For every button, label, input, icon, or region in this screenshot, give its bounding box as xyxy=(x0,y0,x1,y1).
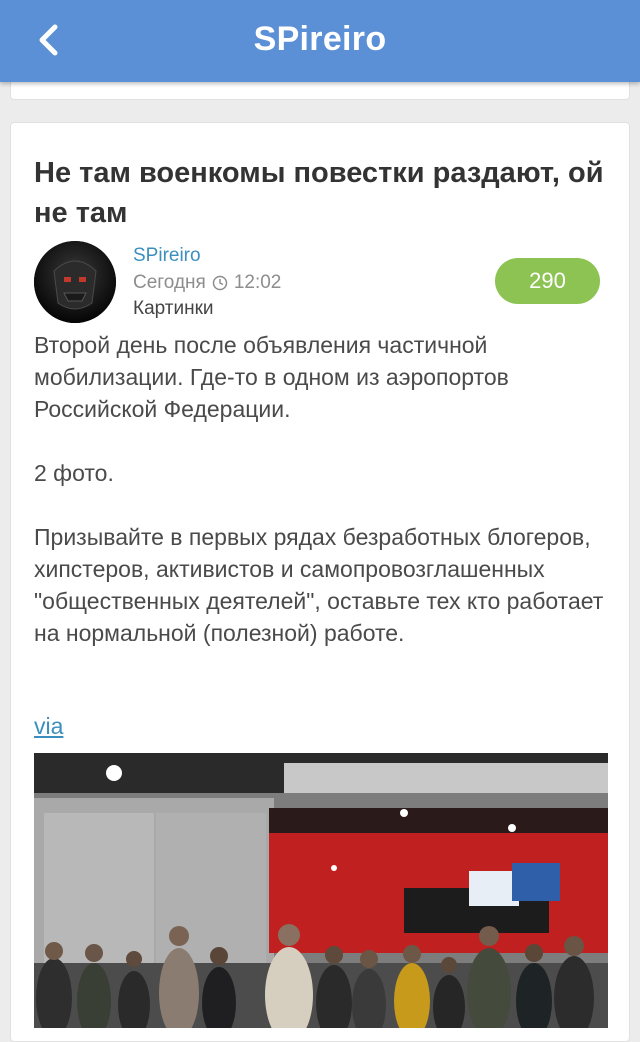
post-paragraph: 2 фото. xyxy=(34,460,114,486)
author-name[interactable]: SPireiro xyxy=(133,245,201,267)
post-time: 12:02 xyxy=(233,272,282,293)
post-photo[interactable] xyxy=(34,753,608,1028)
author-avatar[interactable] xyxy=(34,241,116,323)
post-body: Второй день после объявления частичной м… xyxy=(34,329,614,681)
via-link[interactable]: via xyxy=(34,713,63,740)
post-date: Сегодня xyxy=(133,272,206,293)
post-category[interactable]: Картинки xyxy=(133,298,214,320)
post-meta: Сегодня 12:02 xyxy=(133,272,281,294)
rating-badge[interactable]: 290 xyxy=(495,258,600,304)
post-card: Не там военкомы повестки раздают, ой не … xyxy=(10,122,630,1042)
app-title: SPireiro xyxy=(253,20,387,58)
clock-icon xyxy=(212,275,228,291)
app-header: SPireiro xyxy=(0,0,640,82)
post-paragraph: Второй день после объявления частичной м… xyxy=(34,332,509,422)
post-title[interactable]: Не там военкомы повестки раздают, ой не … xyxy=(34,153,604,233)
post-paragraph: Призывайте в первых рядах безработных бл… xyxy=(34,524,604,646)
